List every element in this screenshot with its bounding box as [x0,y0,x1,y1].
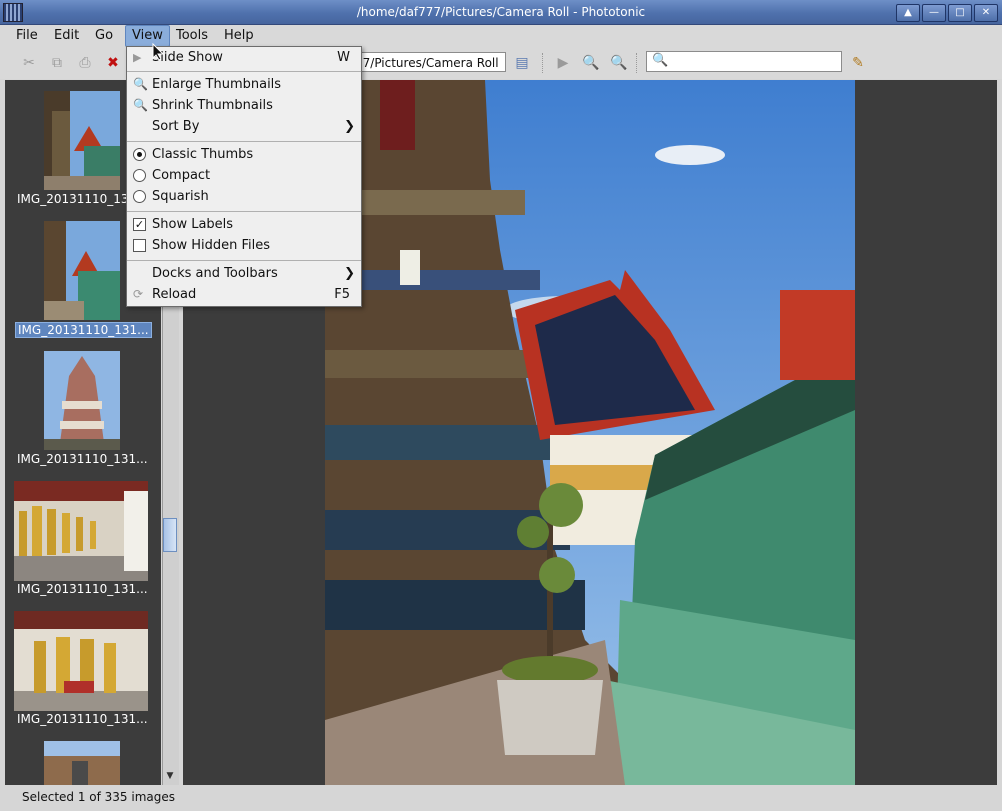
cut-icon[interactable]: ✂ [20,54,38,72]
thumbnail-label: IMG_20131110_131... [17,712,148,726]
play-icon[interactable]: ▶ [554,54,572,72]
radio-icon [133,169,146,182]
status-text: Selected 1 of 335 images [22,790,176,804]
thumbnail-image[interactable] [14,481,148,581]
thumbnail-label: IMG_20131110_131... [17,582,148,596]
play-icon: ▶ [133,51,142,64]
thumbnail-label-selected: IMG_20131110_131... [15,322,152,338]
menu-file[interactable]: File [10,25,44,47]
copy-icon[interactable]: ⧉ [48,54,66,72]
toolbar-separator [542,53,545,73]
menu-tools[interactable]: Tools [170,25,214,47]
minimize-button[interactable]: — [922,4,946,22]
menu-separator [127,260,361,261]
bookmark-icon[interactable]: ▤ [513,54,531,72]
thumbnail-label: IMG_20131110_131... [17,452,148,466]
settings-icon[interactable]: ✎ [849,54,867,72]
reload-icon: ⟳ [133,287,144,301]
zoom-in-icon: 🔍 [133,77,148,91]
toolbar-separator [636,53,639,73]
scroll-down-arrow-icon[interactable]: ▼ [163,769,177,784]
menu-sort-by[interactable]: Sort By ❯ [127,116,361,137]
menu-docks-and-toolbars[interactable]: Docks and Toolbars ❯ [127,263,361,284]
thumbnail-image[interactable] [44,221,120,320]
menu-go[interactable]: Go [89,25,119,47]
scrollbar-handle[interactable] [163,518,177,552]
main-photo [325,80,855,785]
menu-squarish[interactable]: Squarish [127,186,361,207]
menu-classic-thumbs[interactable]: Classic Thumbs [127,144,361,165]
menu-show-hidden-files[interactable]: Show Hidden Files [127,235,361,256]
menu-show-labels[interactable]: ✓ Show Labels [127,214,361,235]
chevron-right-icon: ❯ [344,119,355,134]
checkbox-checked-icon: ✓ [133,218,146,231]
mouse-cursor-icon [152,42,165,61]
zoom-out-icon[interactable]: 🔍 [610,54,628,72]
zoom-in-icon[interactable]: 🔍 [582,54,600,72]
keep-above-button[interactable]: ▲ [896,4,920,22]
path-input[interactable]: 77/Pictures/Camera Roll [350,52,506,72]
search-icon: 🔍 [652,53,669,68]
menu-enlarge-thumbnails[interactable]: 🔍 Enlarge Thumbnails [127,74,361,95]
menu-compact[interactable]: Compact [127,165,361,186]
view-menu-dropdown: ▶ Slide Show W 🔍 Enlarge Thumbnails 🔍 Sh… [126,46,362,307]
radio-selected-icon [133,148,146,161]
radio-icon [133,190,146,203]
menu-edit[interactable]: Edit [48,25,85,47]
thumbnail-image[interactable] [44,741,120,785]
menu-help[interactable]: Help [218,25,260,47]
delete-icon[interactable]: ✖ [104,54,122,72]
thumbnail-image[interactable] [44,351,120,450]
menu-shrink-thumbnails[interactable]: 🔍 Shrink Thumbnails [127,95,361,116]
menu-separator [127,211,361,212]
window-title: /home/daf777/Pictures/Camera Roll - Phot… [356,5,646,19]
paste-icon[interactable]: ⎙ [76,54,94,72]
zoom-out-icon: 🔍 [133,98,148,112]
thumbnail-image[interactable] [44,91,120,190]
close-button[interactable]: ✕ [974,4,998,22]
menu-separator [127,141,361,142]
search-input[interactable]: 🔍 [646,51,842,72]
thumbnail-image[interactable] [14,611,148,711]
checkbox-icon [133,239,146,252]
chevron-right-icon: ❯ [344,266,355,281]
menu-separator [127,71,361,72]
maximize-button[interactable]: □ [948,4,972,22]
menu-reload[interactable]: ⟳ Reload F5 [127,284,361,305]
